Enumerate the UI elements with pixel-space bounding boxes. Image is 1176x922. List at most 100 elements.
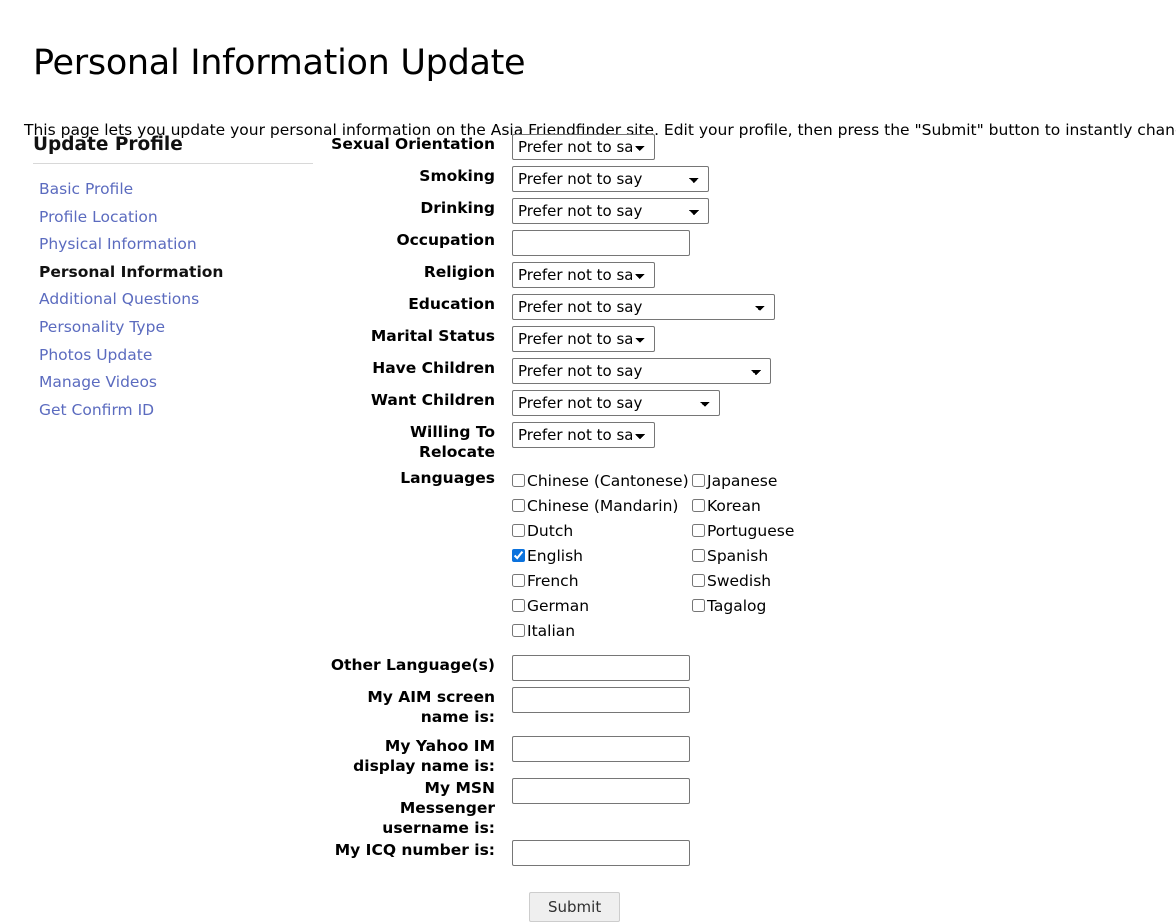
- select-willing-to-relocate[interactable]: Prefer not to say: [512, 422, 655, 448]
- select-have-children[interactable]: Prefer not to say: [512, 358, 771, 384]
- field-row-sexual-orientation: Sexual Orientation Prefer not to say: [330, 134, 1160, 160]
- checkbox-item-japanese[interactable]: Japanese: [692, 468, 872, 493]
- select-drinking[interactable]: Prefer not to say: [512, 198, 709, 224]
- control-religion: Prefer not to say: [512, 262, 1160, 288]
- label-msn-username: My MSN Messenger username is:: [382, 779, 495, 837]
- control-marital-status: Prefer not to say: [512, 326, 1160, 352]
- control-aim: [512, 687, 1160, 713]
- checkbox-item-dutch[interactable]: Dutch: [512, 518, 692, 543]
- label-languages: Languages: [400, 469, 495, 487]
- field-row-religion: Religion Prefer not to say: [330, 262, 1160, 288]
- label-marital-status: Marital Status: [370, 327, 495, 345]
- sidebar-item-personality-type[interactable]: Personality Type: [33, 318, 318, 336]
- control-yahoo: [512, 736, 1160, 762]
- checkbox-item-portuguese[interactable]: Portuguese: [692, 518, 872, 543]
- label-icq-number: My ICQ number is:: [334, 841, 495, 859]
- checkbox-japanese[interactable]: [692, 474, 705, 487]
- checkbox-swedish[interactable]: [692, 574, 705, 587]
- checkbox-label-spanish: Spanish: [707, 546, 769, 565]
- checkbox-label-italian: Italian: [527, 621, 576, 640]
- field-row-occupation: Occupation: [330, 230, 1160, 256]
- field-row-have-children: Have Children Prefer not to say: [330, 358, 1160, 384]
- checkbox-item-chinese-cantonese[interactable]: Chinese (Cantonese): [512, 468, 692, 493]
- personal-information-form: Sexual Orientation Prefer not to say Smo…: [330, 134, 1160, 922]
- checkbox-item-tagalog[interactable]: Tagalog: [692, 593, 872, 618]
- control-languages: Chinese (Cantonese) Chinese (Mandarin) D…: [512, 468, 1160, 643]
- checkbox-label-japanese: Japanese: [707, 471, 778, 490]
- sidebar-heading: Update Profile: [33, 134, 183, 155]
- select-want-children[interactable]: Prefer not to say: [512, 390, 720, 416]
- checkbox-item-english[interactable]: English: [512, 543, 692, 568]
- checkbox-dutch[interactable]: [512, 524, 525, 537]
- control-drinking: Prefer not to say: [512, 198, 1160, 224]
- select-marital-status[interactable]: Prefer not to say: [512, 326, 655, 352]
- select-sexual-orientation[interactable]: Prefer not to say: [512, 134, 655, 160]
- control-education: Prefer not to say: [512, 294, 1160, 320]
- field-row-languages: Languages Chinese (Cantonese) Chinese (M…: [330, 468, 1160, 643]
- sidebar-item-personal-information[interactable]: Personal Information: [33, 263, 318, 281]
- field-row-education: Education Prefer not to say: [330, 294, 1160, 320]
- select-smoking[interactable]: Prefer not to say: [512, 166, 709, 192]
- checkbox-french[interactable]: [512, 574, 525, 587]
- submit-row: Submit: [330, 892, 1160, 922]
- checkbox-label-korean: Korean: [707, 496, 761, 515]
- languages-column-left: Chinese (Cantonese) Chinese (Mandarin) D…: [512, 468, 692, 643]
- checkbox-chinese-mandarin[interactable]: [512, 499, 525, 512]
- checkbox-english[interactable]: [512, 549, 525, 562]
- checkbox-label-swedish: Swedish: [707, 571, 772, 590]
- checkbox-item-korean[interactable]: Korean: [692, 493, 872, 518]
- select-religion[interactable]: Prefer not to say: [512, 262, 655, 288]
- label-yahoo-display-name: My Yahoo IM display name is:: [353, 737, 495, 775]
- checkbox-portuguese[interactable]: [692, 524, 705, 537]
- input-msn-username[interactable]: [512, 778, 690, 804]
- sidebar-nav: Basic Profile Profile Location Physical …: [33, 180, 318, 419]
- control-sexual-orientation: Prefer not to say: [512, 134, 1160, 160]
- checkbox-spanish[interactable]: [692, 549, 705, 562]
- checkbox-german[interactable]: [512, 599, 525, 612]
- sidebar-item-additional-questions[interactable]: Additional Questions: [33, 290, 318, 308]
- field-row-aim: My AIM screen name is:: [330, 687, 1160, 727]
- input-yahoo-display-name[interactable]: [512, 736, 690, 762]
- checkbox-korean[interactable]: [692, 499, 705, 512]
- control-icq: [512, 840, 1160, 866]
- field-row-msn: My MSN Messenger username is:: [330, 778, 1160, 838]
- checkbox-label-chinese-cantonese: Chinese (Cantonese): [527, 471, 689, 490]
- checkbox-label-chinese-mandarin: Chinese (Mandarin): [527, 496, 679, 515]
- label-aim-screen-name: My AIM screen name is:: [367, 688, 495, 726]
- checkbox-tagalog[interactable]: [692, 599, 705, 612]
- control-occupation: [512, 230, 1160, 256]
- submit-button[interactable]: Submit: [529, 892, 621, 922]
- field-row-other-languages: Other Language(s): [330, 655, 1160, 681]
- sidebar: Update Profile Basic Profile Profile Loc…: [33, 134, 318, 428]
- checkbox-item-swedish[interactable]: Swedish: [692, 568, 872, 593]
- label-want-children: Want Children: [370, 391, 495, 409]
- checkbox-item-french[interactable]: French: [512, 568, 692, 593]
- input-icq-number[interactable]: [512, 840, 690, 866]
- page-root: Personal Information Update This page le…: [0, 0, 1176, 922]
- field-row-icq: My ICQ number is:: [330, 840, 1160, 866]
- field-row-willing-to-relocate: Willing To Relocate Prefer not to say: [330, 422, 1160, 462]
- sidebar-item-get-confirm-id[interactable]: Get Confirm ID: [33, 401, 318, 419]
- checkbox-item-spanish[interactable]: Spanish: [692, 543, 872, 568]
- control-want-children: Prefer not to say: [512, 390, 1160, 416]
- control-willing-to-relocate: Prefer not to say: [512, 422, 1160, 448]
- control-smoking: Prefer not to say: [512, 166, 1160, 192]
- input-occupation[interactable]: [512, 230, 690, 256]
- checkbox-item-german[interactable]: German: [512, 593, 692, 618]
- checkbox-label-portuguese: Portuguese: [707, 521, 795, 540]
- sidebar-item-basic-profile[interactable]: Basic Profile: [33, 180, 318, 198]
- checkbox-chinese-cantonese[interactable]: [512, 474, 525, 487]
- label-smoking: Smoking: [419, 167, 495, 185]
- checkbox-item-italian[interactable]: Italian: [512, 618, 692, 643]
- checkbox-item-chinese-mandarin[interactable]: Chinese (Mandarin): [512, 493, 692, 518]
- field-row-drinking: Drinking Prefer not to say: [330, 198, 1160, 224]
- sidebar-item-manage-videos[interactable]: Manage Videos: [33, 373, 318, 391]
- sidebar-item-physical-information[interactable]: Physical Information: [33, 235, 318, 253]
- checkbox-italian[interactable]: [512, 624, 525, 637]
- input-aim-screen-name[interactable]: [512, 687, 690, 713]
- input-other-languages[interactable]: [512, 655, 690, 681]
- sidebar-item-photos-update[interactable]: Photos Update: [33, 346, 318, 364]
- checkbox-label-tagalog: Tagalog: [707, 596, 767, 615]
- select-education[interactable]: Prefer not to say: [512, 294, 775, 320]
- sidebar-item-profile-location[interactable]: Profile Location: [33, 208, 318, 226]
